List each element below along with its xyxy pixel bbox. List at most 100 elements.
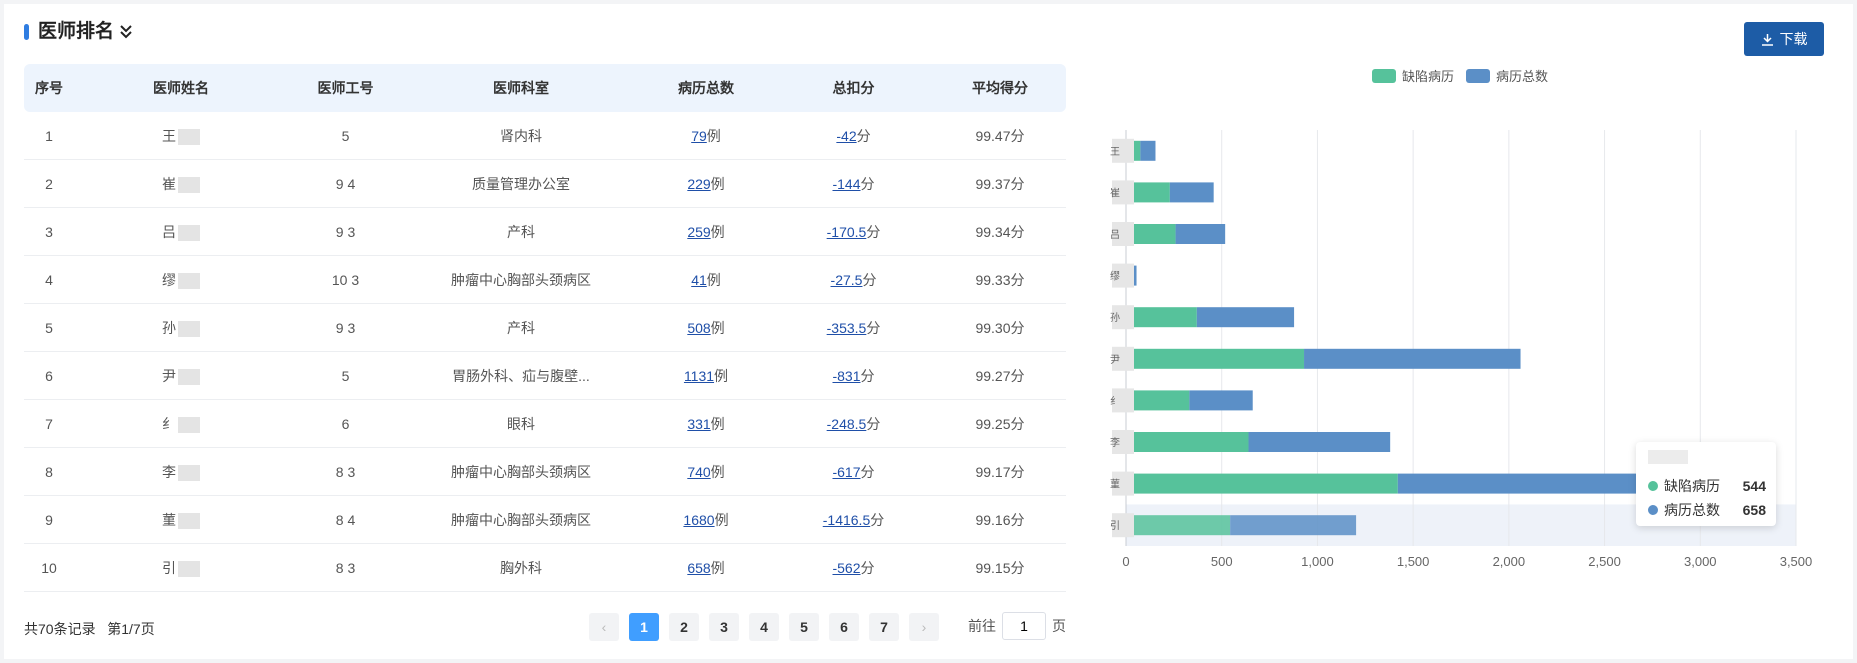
cell-avg: 99.30分	[975, 319, 1025, 336]
x-tick-label: 0	[1122, 554, 1129, 569]
deduct-unit: 分	[866, 415, 881, 432]
cases-link[interactable]: 508	[687, 320, 710, 336]
doctor-id: 8 3	[335, 463, 356, 480]
doctor-name: 李	[162, 463, 176, 480]
goto-page-input[interactable]	[1002, 612, 1046, 640]
page-title: 医师排名	[38, 21, 115, 42]
cell-deduct: -353.5分	[773, 318, 934, 338]
cell-dept: 眼科	[507, 415, 535, 432]
cell-dept: 产科	[507, 223, 535, 240]
page-button-7[interactable]: 7	[869, 613, 899, 641]
doctor-id: 8 3	[335, 559, 356, 576]
cases-link[interactable]: 259	[687, 224, 710, 240]
bar-defect	[1126, 473, 1398, 494]
tooltip-row-total: 病历总数 658	[1648, 500, 1766, 520]
cell-name: 王	[74, 126, 288, 146]
cell-cases: 41例	[639, 270, 773, 290]
doctor-id: 9 4	[335, 175, 356, 192]
pagination-prev-button[interactable]: ‹	[589, 613, 619, 641]
col-header-cases: 病历总数	[678, 80, 734, 96]
tooltip-title-redacted	[1648, 450, 1688, 464]
cases-link[interactable]: 79	[691, 128, 707, 144]
deduct-unit: 分	[866, 319, 881, 336]
cases-link[interactable]: 331	[687, 416, 710, 432]
cell-no: 3	[45, 223, 53, 240]
title-accent-bar	[24, 24, 29, 40]
doctor-name: 尹	[162, 367, 176, 384]
redaction-block	[178, 176, 200, 193]
deduct-link[interactable]: -27.5	[831, 272, 863, 288]
cell-cases: 229例	[639, 174, 773, 194]
cell-deduct: -248.5分	[773, 414, 934, 434]
page-button-6[interactable]: 6	[829, 613, 859, 641]
deduct-link[interactable]: -617	[832, 464, 860, 480]
cell-name: 菫	[74, 510, 288, 530]
cell-cases: 508例	[639, 318, 773, 338]
cases-link[interactable]: 740	[687, 464, 710, 480]
cell-id: 8 4	[288, 512, 403, 528]
page-button-1[interactable]: 1	[629, 613, 659, 641]
cell-dept: 产科	[507, 319, 535, 336]
cell-dept: 肾内科	[500, 127, 542, 144]
doctor-id: 6	[341, 415, 350, 432]
page-button-3[interactable]: 3	[709, 613, 739, 641]
deduct-unit: 分	[860, 559, 875, 576]
redaction-block	[178, 464, 200, 481]
cell-deduct: -831分	[773, 366, 934, 386]
cell-id: 6	[288, 416, 403, 432]
chart-legend: 缺陷病历 病历总数	[1372, 66, 1548, 85]
deduct-unit: 分	[860, 463, 875, 480]
deduct-link[interactable]: -562	[832, 560, 860, 576]
download-icon	[1761, 33, 1773, 46]
cell-dept: 肿瘤中心胸部头颈病区	[451, 511, 591, 528]
deduct-link[interactable]: -1416.5	[823, 512, 870, 528]
page-button-5[interactable]: 5	[789, 613, 819, 641]
cases-link[interactable]: 658	[687, 560, 710, 576]
bar-total	[1175, 224, 1226, 244]
deduct-link[interactable]: -170.5	[827, 224, 867, 240]
bar-total	[1169, 182, 1214, 203]
y-tick-label: 李	[1110, 436, 1120, 449]
cell-deduct: -617分	[773, 462, 934, 482]
cell-no: 1	[45, 127, 53, 144]
deduct-link[interactable]: -42	[836, 128, 856, 144]
doctor-name: 引	[162, 559, 176, 576]
deduct-link[interactable]: -248.5	[827, 416, 867, 432]
cases-link[interactable]: 1680	[683, 512, 714, 528]
legend-item-defect[interactable]: 缺陷病历	[1372, 66, 1454, 85]
chevron-double-down-icon[interactable]	[118, 22, 134, 40]
doctor-name: 纟	[162, 415, 176, 432]
deduct-link[interactable]: -353.5	[827, 320, 867, 336]
cases-link[interactable]: 229	[687, 176, 710, 192]
cases-unit: 例	[714, 367, 729, 384]
page-button-4[interactable]: 4	[749, 613, 779, 641]
pagination-next-button[interactable]: ›	[909, 613, 939, 641]
doctor-name: 缪	[162, 271, 176, 288]
cases-link[interactable]: 1131	[684, 368, 714, 384]
cell-cases: 1131例	[639, 366, 773, 386]
cell-id: 9 3	[288, 224, 403, 240]
deduct-link[interactable]: -831	[832, 368, 860, 384]
cases-unit: 例	[710, 175, 725, 192]
redaction-block	[178, 272, 200, 289]
cell-id: 8 3	[288, 560, 403, 576]
cell-avg: 99.34分	[975, 223, 1025, 240]
page-button-2[interactable]: 2	[669, 613, 699, 641]
download-button[interactable]: 下载	[1744, 22, 1824, 56]
cases-link[interactable]: 41	[691, 272, 707, 288]
legend-item-total[interactable]: 病历总数	[1466, 66, 1548, 85]
deduct-link[interactable]: -144	[832, 176, 860, 192]
x-tick-label: 500	[1211, 554, 1233, 569]
cell-no: 5	[45, 319, 53, 336]
table-body: 1 王 5 肾内科 79例 -42分 99.47分 2 崔 9 4 质量管理办公室 229例 -144分…	[24, 112, 1066, 592]
table-row: 2崔9 4 质量管理办公室 229例 -144分 99.37分	[24, 160, 1066, 208]
tooltip-label-total: 病历总数	[1664, 502, 1720, 518]
cell-no: 4	[45, 271, 53, 288]
doctor-id: 8 4	[335, 511, 356, 528]
cell-avg: 99.16分	[975, 511, 1025, 528]
cell-cases: 740例	[639, 462, 773, 482]
y-tick-label: 纟	[1110, 395, 1120, 407]
x-tick-label: 1,000	[1301, 554, 1334, 569]
doctor-name: 崔	[162, 175, 176, 192]
x-tick-label: 2,000	[1493, 554, 1526, 569]
